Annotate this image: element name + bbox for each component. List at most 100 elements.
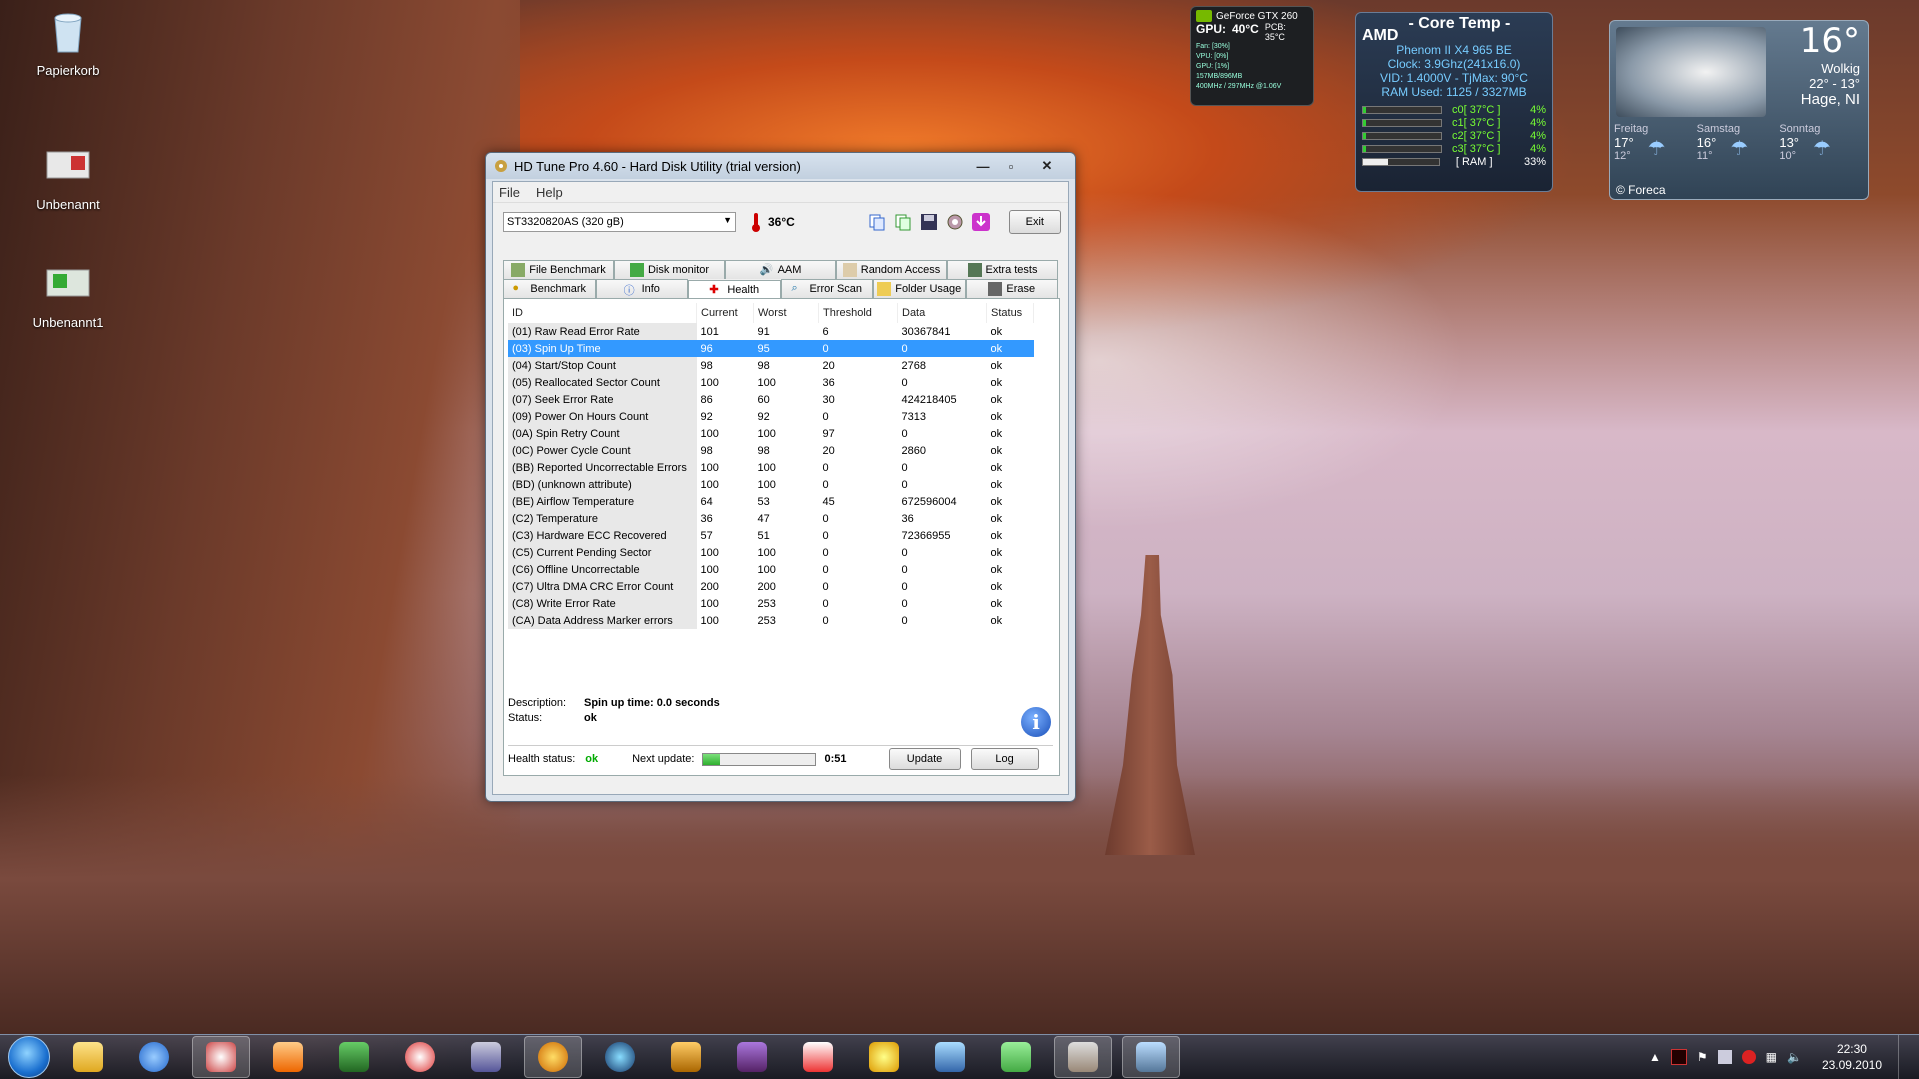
desktop-icon-unbenannt1[interactable]: Unbenannt1 bbox=[20, 260, 116, 330]
table-row[interactable]: (0C) Power Cycle Count 98 98 20 2860 ok bbox=[508, 442, 1034, 459]
network-icon[interactable]: ▦ bbox=[1766, 1050, 1777, 1064]
desktop-icon-unbenannt[interactable]: Unbenannt bbox=[20, 142, 116, 212]
forecast-low: 11° bbox=[1696, 150, 1713, 162]
tab-folder-usage[interactable]: Folder Usage bbox=[873, 279, 966, 298]
drive-temperature: 36°C bbox=[748, 211, 795, 233]
taskbar-media-player[interactable] bbox=[260, 1037, 316, 1077]
tab-error-scan[interactable]: ⌕ Error Scan bbox=[780, 279, 873, 298]
gpu-monitor-gadget[interactable]: GeForce GTX 260 GPU: 40°C PCB: 35°C Fan:… bbox=[1190, 6, 1314, 106]
column-header-data[interactable]: Data bbox=[897, 303, 987, 323]
close-button[interactable]: ✕ bbox=[1025, 157, 1069, 175]
window-titlebar[interactable]: HD Tune Pro 4.60 - Hard Disk Utility (tr… bbox=[486, 153, 1075, 179]
taskbar-app-yellow[interactable] bbox=[856, 1037, 912, 1077]
tray-expand-icon[interactable]: ▲ bbox=[1649, 1050, 1661, 1064]
tray-antivirus-icon[interactable] bbox=[1741, 1050, 1756, 1064]
tab-erase[interactable]: Erase bbox=[965, 279, 1058, 298]
table-row[interactable]: (05) Reallocated Sector Count 100 100 36 0 ok bbox=[508, 374, 1034, 391]
table-row[interactable]: (BD) (unknown attribute) 100 100 0 0 ok bbox=[508, 476, 1034, 493]
table-cell: 100 bbox=[700, 614, 719, 627]
table-row[interactable]: (BE) Airflow Temperature 64 53 45 672596004 o… bbox=[508, 493, 1034, 510]
tab-file-benchmark[interactable]: File Benchmark bbox=[503, 260, 614, 279]
taskbar-app-green[interactable] bbox=[326, 1037, 382, 1077]
hdtune-app-icon bbox=[495, 160, 507, 172]
taskbar-explorer[interactable] bbox=[60, 1037, 116, 1077]
taskbar-globe[interactable] bbox=[592, 1037, 648, 1077]
folder-icon bbox=[877, 282, 892, 296]
minimize-button[interactable]: — bbox=[969, 157, 997, 175]
table-row[interactable]: (09) Power On Hours Count 92 92 0 7313 ok bbox=[508, 408, 1034, 425]
show-desktop-button[interactable] bbox=[1898, 1035, 1913, 1079]
log-button[interactable]: Log bbox=[970, 748, 1039, 770]
menu-help[interactable]: Help bbox=[536, 185, 563, 200]
menu-file[interactable]: File bbox=[499, 185, 520, 200]
maximize-button[interactable]: ▫ bbox=[997, 157, 1025, 175]
tab-random-access[interactable]: Random Access bbox=[836, 260, 947, 279]
start-button[interactable] bbox=[8, 1036, 50, 1078]
core-label: c1[ 37°C ] bbox=[1452, 116, 1501, 129]
table-row[interactable]: (01) Raw Read Error Rate 101 91 6 30367841 ok bbox=[508, 323, 1034, 340]
tab-info[interactable]: ⓘ Info bbox=[595, 279, 688, 298]
taskbar-thermometer-app[interactable] bbox=[790, 1037, 846, 1077]
column-header-status[interactable]: Status bbox=[986, 303, 1034, 323]
table-row[interactable]: (0A) Spin Retry Count 100 100 97 0 ok bbox=[508, 425, 1034, 442]
tab-benchmark[interactable]: ● Benchmark bbox=[503, 279, 596, 298]
info-circle-icon[interactable]: i bbox=[1021, 707, 1051, 737]
taskbar-app-red[interactable] bbox=[392, 1037, 448, 1077]
weather-gadget[interactable]: 16° Wolkig 22° - 13° Hage, NI Freitag 17… bbox=[1609, 20, 1869, 200]
download-button[interactable] bbox=[969, 210, 993, 234]
table-cell: 0 bbox=[901, 461, 908, 474]
tab-health[interactable]: ✚ Health bbox=[688, 280, 781, 299]
table-row[interactable]: (CA) Data Address Marker errors 100 253 0 0 o… bbox=[508, 612, 1034, 629]
taskbar-pinned-app[interactable] bbox=[192, 1036, 250, 1078]
table-row[interactable]: (BB) Reported Uncorrectable Errors 100 100… bbox=[508, 459, 1034, 476]
table-row[interactable]: (C7) Ultra DMA CRC Error Count 200 200 0 0 ok bbox=[508, 578, 1034, 595]
taskbar-hdtune[interactable] bbox=[1054, 1036, 1112, 1078]
action-center-flag-icon[interactable]: ⚑ bbox=[1697, 1050, 1708, 1064]
clock[interactable]: 22:30 23.09.2010 bbox=[1822, 1041, 1882, 1073]
desktop-icon-recycle-bin[interactable]: Papierkorb bbox=[20, 8, 116, 78]
copy-all-button[interactable] bbox=[891, 210, 915, 234]
weather-condition: Wolkig bbox=[1821, 61, 1860, 76]
update-button[interactable]: Update bbox=[888, 748, 961, 770]
table-cell: 2768 bbox=[901, 359, 926, 372]
tab-disk-monitor[interactable]: Disk monitor bbox=[614, 260, 725, 279]
health-cross-icon: ✚ bbox=[709, 284, 719, 296]
taskbar-monitor-app[interactable] bbox=[1122, 1036, 1180, 1078]
taskbar-internet-explorer[interactable] bbox=[126, 1037, 182, 1077]
table-row[interactable]: (07) Seek Error Rate 86 60 30 424218405 ok bbox=[508, 391, 1034, 408]
taskbar-info-app[interactable] bbox=[524, 1036, 582, 1078]
column-header-worst[interactable]: Worst bbox=[753, 303, 819, 323]
table-row[interactable]: (C2) Temperature 36 47 0 36 ok bbox=[508, 510, 1034, 527]
table-row[interactable]: (C8) Write Error Rate 100 253 0 0 ok bbox=[508, 595, 1034, 612]
weather-credit[interactable]: © Foreca bbox=[1616, 183, 1666, 197]
tab-extra-tests[interactable]: Extra tests bbox=[947, 260, 1058, 279]
table-row[interactable]: (03) Spin Up Time 96 95 0 0 ok bbox=[508, 340, 1034, 357]
drive-select[interactable]: ST3320820AS (320 gB) ▼ bbox=[503, 212, 736, 232]
table-row[interactable]: (04) Start/Stop Count 98 98 20 2768 ok bbox=[508, 357, 1034, 374]
table-cell: (0C) Power Cycle Count bbox=[508, 442, 697, 459]
save-button[interactable] bbox=[917, 210, 941, 234]
taskbar-users-app[interactable] bbox=[988, 1037, 1044, 1077]
taskbar-app-orange[interactable] bbox=[658, 1037, 714, 1077]
save-icon bbox=[920, 214, 937, 230]
options-icon bbox=[947, 214, 963, 230]
taskbar-network-app[interactable] bbox=[922, 1037, 978, 1077]
volume-icon[interactable]: 🔈 bbox=[1787, 1050, 1802, 1064]
column-header-threshold[interactable]: Threshold bbox=[818, 303, 898, 323]
taskbar-app-blue[interactable] bbox=[458, 1037, 514, 1077]
options-button[interactable] bbox=[943, 210, 967, 234]
tab-aam[interactable]: 🔊 AAM bbox=[725, 260, 836, 279]
tray-temperature-icon[interactable] bbox=[1670, 1049, 1687, 1065]
taskbar-cpuz[interactable] bbox=[724, 1037, 780, 1077]
column-header-current[interactable]: Current bbox=[696, 303, 754, 323]
tray-app-icon[interactable] bbox=[1717, 1050, 1732, 1064]
table-row[interactable]: (C5) Current Pending Sector 100 100 0 0 ok bbox=[508, 544, 1034, 561]
exit-button[interactable]: Exit bbox=[1008, 210, 1061, 234]
table-row[interactable]: (C3) Hardware ECC Recovered 57 51 0 72366955… bbox=[508, 527, 1034, 544]
column-header-id[interactable]: ID bbox=[508, 303, 697, 323]
copy-info-button[interactable] bbox=[865, 210, 889, 234]
coretemp-gadget[interactable]: AMD - Core Temp - Phenom II X4 965 BE Cl… bbox=[1355, 12, 1553, 192]
table-row[interactable]: (C6) Offline Uncorrectable 100 100 0 0 ok bbox=[508, 561, 1034, 578]
core-load-bar bbox=[1362, 105, 1442, 114]
description-area: Description: Spin up time: 0.0 seconds St… bbox=[508, 697, 720, 727]
